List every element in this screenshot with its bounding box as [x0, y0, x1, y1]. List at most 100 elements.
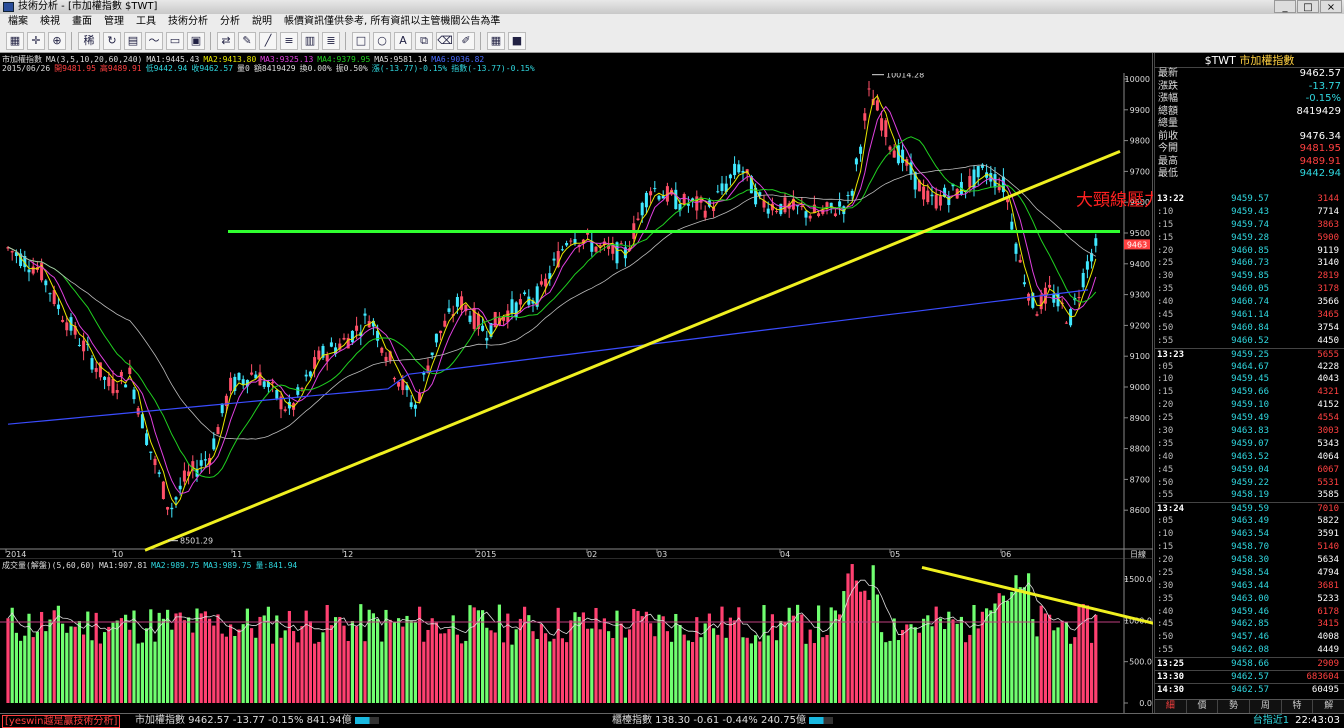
menu-item-2[interactable]: 畫面 — [72, 14, 92, 30]
info-item: 指數(-13.77)-0.15% — [451, 64, 535, 73]
tick-row[interactable]: :55 9462.08 4449 — [1155, 644, 1344, 657]
tick-row[interactable]: :30 9463.83 3003 — [1155, 425, 1344, 438]
toolbar-separator — [345, 32, 347, 50]
compare-icon[interactable]: ⇄ — [217, 32, 235, 50]
menu-item-4[interactable]: 工具 — [136, 14, 156, 30]
rect-icon[interactable]: □ — [352, 32, 370, 50]
close-button[interactable]: × — [1320, 0, 1342, 13]
cycle-icon[interactable]: ≣ — [322, 32, 340, 50]
crosshair-icon[interactable]: ✛ — [27, 32, 45, 50]
period-label[interactable]: 稀 — [78, 32, 100, 50]
tick-row[interactable]: :40 9460.74 3566 — [1155, 296, 1344, 309]
bars-icon[interactable]: ▥ — [301, 32, 319, 50]
tick-row[interactable]: :05 9463.49 5822 — [1155, 515, 1344, 528]
tick-row[interactable]: :35 9463.00 5233 — [1155, 593, 1344, 606]
menu-item-5[interactable]: 技術分析 — [168, 14, 208, 30]
tick-row[interactable]: :50 9460.84 3754 — [1155, 322, 1344, 335]
candle-body — [716, 191, 720, 193]
zoom-icon[interactable]: ⊕ — [48, 32, 66, 50]
maximize-button[interactable]: □ — [1297, 0, 1319, 13]
text-icon[interactable]: A — [394, 32, 412, 50]
tick-row[interactable]: :10 9459.43 7714 — [1155, 206, 1344, 219]
price-chart[interactable]: 1000099009800970096009500940093009200910… — [0, 73, 1153, 558]
tick-row[interactable]: :15 9459.28 5900 — [1155, 232, 1344, 245]
tick-row[interactable]: :35 9459.07 5343 — [1155, 438, 1344, 451]
quote-tab[interactable]: 細 — [1155, 700, 1187, 713]
menu-item-3[interactable]: 管理 — [104, 14, 124, 30]
copy-icon[interactable]: ⧉ — [415, 32, 433, 50]
quote-tab[interactable]: 特 — [1282, 700, 1314, 713]
tick-row[interactable]: :10 9459.45 4043 — [1155, 373, 1344, 386]
tick-row[interactable]: 13:22 9459.57 3144 — [1155, 193, 1344, 206]
tick-row[interactable]: :25 9459.49 4554 — [1155, 412, 1344, 425]
tick-row[interactable]: :25 9460.73 3140 — [1155, 257, 1344, 270]
chart1-icon[interactable]: ▭ — [166, 32, 184, 50]
menu-item-6[interactable]: 分析 — [220, 14, 240, 30]
table-icon[interactable]: ▦ — [487, 32, 505, 50]
refresh-icon[interactable]: ↻ — [103, 32, 121, 50]
tick-row[interactable]: :05 9464.67 4228 — [1155, 361, 1344, 374]
tick-volume: 5900 — [1317, 232, 1339, 243]
tick-row[interactable]: :40 9459.46 6178 — [1155, 606, 1344, 619]
futures-label[interactable]: 台指近1 — [1253, 714, 1289, 728]
tick-row[interactable]: :30 9463.44 3681 — [1155, 580, 1344, 593]
tick-row[interactable]: 14:30 9462.57 60495 — [1155, 682, 1344, 696]
draw-icon[interactable]: ✎ — [238, 32, 256, 50]
chart2-icon[interactable]: ▣ — [187, 32, 205, 50]
tick-row[interactable]: :50 9457.46 4008 — [1155, 631, 1344, 644]
tick-row[interactable]: :20 9458.30 5634 — [1155, 554, 1344, 567]
save-icon[interactable]: ■ — [508, 32, 526, 50]
ellipse-icon[interactable]: ○ — [373, 32, 391, 50]
quote-tab[interactable]: 價 — [1187, 700, 1219, 713]
ma-icon[interactable]: 〜 — [145, 32, 163, 50]
grid-icon[interactable]: ▦ — [6, 32, 24, 50]
tick-row[interactable]: :15 9458.70 5140 — [1155, 541, 1344, 554]
tick-list[interactable]: 13:22 9459.57 3144:10 9459.43 7714:15 9459.74… — [1155, 193, 1344, 696]
tick-row[interactable]: 13:23 9459.25 5655 — [1155, 347, 1344, 361]
fib-icon[interactable]: ≡ — [280, 32, 298, 50]
tick-row[interactable]: :20 9460.85 9119 — [1155, 245, 1344, 258]
tick-row[interactable]: :10 9463.54 3591 — [1155, 528, 1344, 541]
tick-row[interactable]: :45 9459.04 6067 — [1155, 464, 1344, 477]
brand-label[interactable]: [yeswin越是贏技術分析] — [2, 715, 121, 728]
volume-chart[interactable]: 1500.01000.0500.00.0 — [0, 558, 1153, 713]
tick-row[interactable]: :55 9458.19 3585 — [1155, 489, 1344, 502]
tick-price: 9464.67 — [1231, 361, 1269, 372]
tick-row[interactable]: 13:30 9462.57 683604 — [1155, 669, 1344, 683]
volume-bar — [665, 631, 669, 703]
volume-bar — [161, 618, 165, 703]
menu-item-0[interactable]: 檔案 — [8, 14, 28, 30]
volume-trendline — [921, 565, 1153, 625]
quote-tab[interactable]: 周 — [1250, 700, 1282, 713]
pen-icon[interactable]: ✐ — [457, 32, 475, 50]
tick-row[interactable]: :30 9459.85 2819 — [1155, 270, 1344, 283]
tick-row[interactable]: :25 9458.54 4794 — [1155, 567, 1344, 580]
line-icon[interactable]: ╱ — [259, 32, 277, 50]
minimize-button[interactable]: _ — [1274, 0, 1296, 13]
volume-bar — [153, 641, 157, 703]
grid2-icon[interactable]: ▤ — [124, 32, 142, 50]
tick-row[interactable]: 13:25 9458.66 2909 — [1155, 657, 1344, 670]
quote-tab[interactable]: 解 — [1313, 700, 1344, 713]
volume-bar — [800, 614, 804, 703]
quote-tab[interactable]: 勢 — [1218, 700, 1251, 713]
tick-row[interactable]: :15 9459.66 4321 — [1155, 386, 1344, 399]
volume-bar — [951, 619, 955, 703]
tick-row[interactable]: :45 9461.14 3465 — [1155, 309, 1344, 322]
tick-time: :15 — [1157, 542, 1174, 553]
tick-row[interactable]: :55 9460.52 4450 — [1155, 335, 1344, 348]
tick-row[interactable]: :35 9460.05 3178 — [1155, 283, 1344, 296]
tick-row[interactable]: :40 9463.52 4064 — [1155, 451, 1344, 464]
menu-item-7[interactable]: 說明 — [252, 14, 272, 30]
tick-volume: 60495 — [1311, 684, 1339, 695]
tick-row[interactable]: :20 9459.10 4152 — [1155, 399, 1344, 412]
tick-row[interactable]: :15 9459.74 3863 — [1155, 219, 1344, 232]
candle-body — [901, 149, 905, 163]
candle-body — [77, 344, 81, 346]
menu-item-1[interactable]: 検視 — [40, 14, 60, 30]
chart-panel[interactable]: 市加權指數 MA(3,5,10,20,60,240) MA1:9445.43 MA2:… — [0, 53, 1153, 713]
tick-row[interactable]: 13:24 9459.59 7010 — [1155, 502, 1344, 515]
tick-row[interactable]: :50 9459.22 5531 — [1155, 477, 1344, 490]
erase-icon[interactable]: ⌫ — [436, 32, 454, 50]
tick-row[interactable]: :45 9462.85 3415 — [1155, 618, 1344, 631]
